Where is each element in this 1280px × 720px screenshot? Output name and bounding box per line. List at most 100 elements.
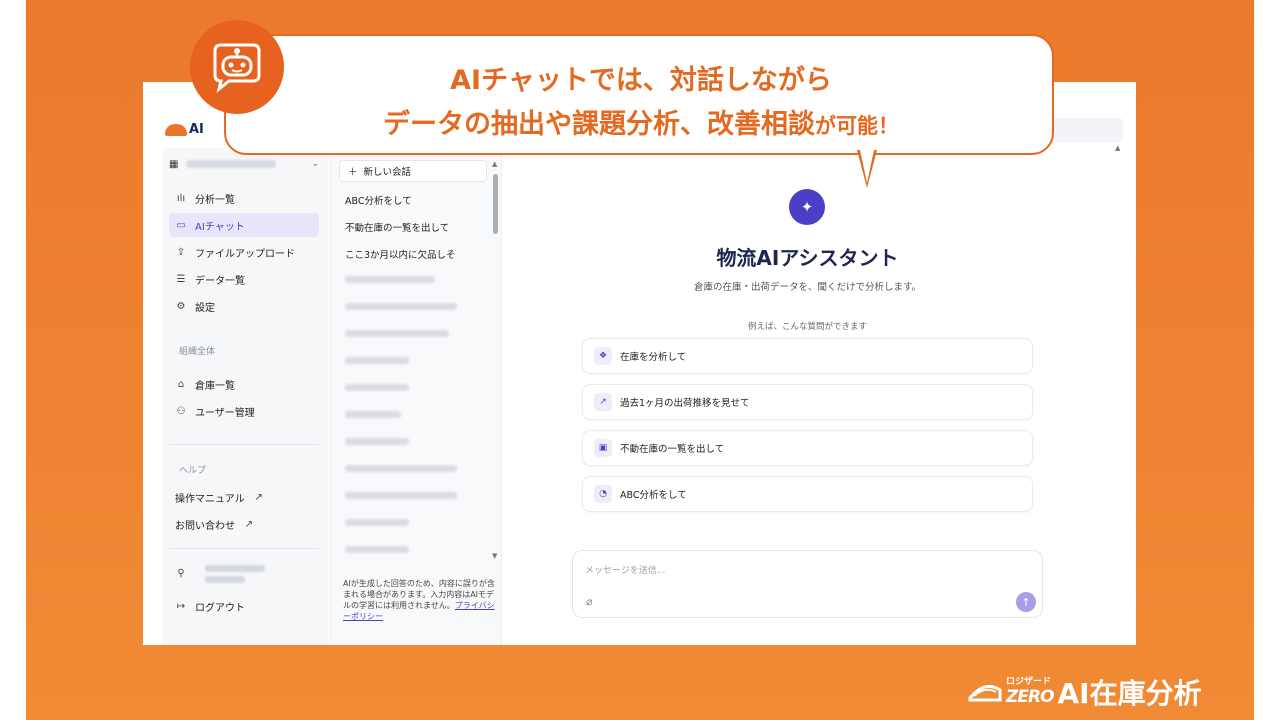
history-item-blurred[interactable] [345,357,409,364]
suggestion-button[interactable]: ◔ ABC分析をして [582,476,1033,512]
suggestion-label: ABC分析をして [620,490,687,501]
brand-text-block: ロジザード ZERO [1006,677,1054,707]
chevron-down-icon: ⌄ [311,159,319,169]
suggestion-button[interactable]: ❖ 在庫を分析して [582,338,1033,374]
message-input[interactable]: メッセージを送信... [585,563,665,576]
database-icon: ☰ [176,273,186,285]
upload-icon: ⇪ [176,246,186,258]
brand-logo: ロジザード ZERO AI在庫分析 [968,672,1202,712]
bar-chart-icon: ılı [176,192,186,204]
message-composer[interactable]: メッセージを送信... ⌀ ↑ [572,550,1043,618]
callout-line-2-main: データの抽出や課題分析、改善相談 [383,109,815,140]
sidebar-divider [169,444,319,445]
user-icon: ⚲ [177,567,185,579]
history-item-blurred[interactable] [345,276,435,283]
history-item-blurred[interactable] [345,411,401,418]
external-link-icon: ↗ [244,518,254,530]
history-item[interactable]: ABC分析をして [345,193,412,207]
sparkle-icon: ✦ [789,189,825,225]
sidebar-item-settings[interactable]: ⚙ 設定 [169,294,319,318]
trend-icon: ↗ [594,393,612,411]
plus-icon: ＋ [348,167,358,178]
callout-bubble: AIチャットでは、対話しながら データの抽出や課題分析、改善相談が可能！ [224,34,1054,155]
app-window: AI ▦ ⌄ ılı 分析一覧 ▭ AIチャット ⇪ ファイルアップロード ☰ … [143,82,1136,645]
right-frame [1254,0,1280,720]
history-scrollbar[interactable] [493,174,498,234]
sidebar-item-user-management[interactable]: ⚇ ユーザー管理 [169,399,319,423]
logo-text: AI [189,122,204,137]
history-item-blurred[interactable] [345,303,457,310]
sidebar-item-label: お問い合わせ [175,520,235,532]
sidebar-item-label: データ一覧 [195,275,245,287]
sidebar-item-ai-chat[interactable]: ▭ AIチャット [169,213,319,237]
scroll-up-arrow-icon[interactable]: ▲ [492,160,497,168]
new-chat-label: 新しい会話 [363,167,412,178]
history-item[interactable]: 不動在庫の一覧を出して [345,220,449,234]
sidebar-item-contact[interactable]: お問い合わせ ↗ [169,512,319,536]
callout-line-2-small: が可能！ [815,114,899,138]
logout-label: ログアウト [195,602,245,614]
history-item[interactable]: ここ3か月以内に欠品しそ [345,247,456,261]
chat-history-panel: ＋ 新しい会話 ABC分析をして 不動在庫の一覧を出して ここ3か月以内に欠品し… [330,152,502,645]
org-section-label: 組織全体 [179,347,216,357]
robot-icon [213,43,261,93]
send-button[interactable]: ↑ [1016,592,1036,612]
scroll-up-arrow-icon[interactable]: ▲ [1115,144,1120,152]
suggestion-label: 過去1ヶ月の出荷推移を見せて [620,398,750,409]
sidebar-item-manual[interactable]: 操作マニュアル ↗ [169,485,319,509]
logo-mark-icon [165,123,187,136]
history-item-blurred[interactable] [345,492,457,499]
suggestion-button[interactable]: ▣ 不動在庫の一覧を出して [582,430,1033,466]
user-role-blurred [205,576,245,583]
suggestion-label: 在庫を分析して [620,352,687,363]
chat-icon: ▭ [176,219,186,231]
sidebar-item-label: ユーザー管理 [195,407,255,419]
callout-line-2: データの抽出や課題分析、改善相談が可能！ [226,102,1056,141]
sidebar-item-label: AIチャット [195,221,245,233]
left-frame [0,0,26,720]
history-item-blurred[interactable] [345,384,409,391]
box-icon: ▣ [594,439,612,457]
external-link-icon: ↗ [254,491,263,503]
sidebar-item-data-list[interactable]: ☰ データ一覧 [169,267,319,291]
ai-disclaimer: AIが生成した回答のため、内容に誤りが含まれる場合があります。入力内容はAIモデ… [343,578,495,622]
history-item-blurred[interactable] [345,465,457,472]
history-item-blurred[interactable] [345,330,449,337]
users-icon: ⚇ [176,405,186,417]
sidebar: ▦ ⌄ ılı 分析一覧 ▭ AIチャット ⇪ ファイルアップロード ☰ データ… [163,148,329,645]
sidebar-item-warehouse-list[interactable]: ⌂ 倉庫一覧 [169,372,319,396]
sidebar-item-label: 倉庫一覧 [195,380,235,392]
sidebar-divider [169,548,319,549]
sidebar-item-label: 設定 [195,302,215,314]
brand-zero-text: ZERO [1006,687,1054,707]
sidebar-item-label: 分析一覧 [195,194,235,206]
help-section-label: ヘルプ [179,466,207,476]
suggestion-button[interactable]: ↗ 過去1ヶ月の出荷推移を見せて [582,384,1033,420]
scroll-down-arrow-icon[interactable]: ▼ [492,552,497,560]
logout-button[interactable]: ↦ ログアウト [169,594,319,618]
organization-name-blurred [186,160,277,168]
gear-icon: ⚙ [176,300,186,312]
history-item-blurred[interactable] [345,438,409,445]
history-item-blurred[interactable] [345,519,409,526]
sidebar-item-file-upload[interactable]: ⇪ ファイルアップロード [169,240,319,264]
app-logo[interactable]: AI [165,122,204,137]
robot-chat-icon [190,20,284,114]
pie-icon: ◔ [594,485,612,503]
new-chat-button[interactable]: ＋ 新しい会話 [339,160,487,182]
paperclip-icon[interactable]: ⌀ [586,595,593,608]
user-name-blurred [205,565,265,572]
examples-label: 例えば、こんな質問ができます [747,322,867,332]
sidebar-item-analysis-list[interactable]: ılı 分析一覧 [169,186,319,210]
history-item-blurred[interactable] [345,546,409,553]
chat-main: ▲ ✦ 物流AIアシスタント 倉庫の在庫・出荷データを、聞くだけで分析します。 … [503,144,1136,645]
top-search-bar[interactable] [1053,118,1123,142]
assistant-title: 物流AIアシスタント [716,246,899,270]
brand-small-text: ロジザード [1006,677,1052,687]
organization-select[interactable]: ▦ ⌄ [169,153,319,175]
warehouse-icon: ⌂ [177,378,185,390]
brand-name-text: AI在庫分析 [1057,677,1202,710]
logout-icon: ↦ [176,600,186,612]
brand-mark-icon [968,684,1002,702]
callout-tail-inner [860,150,874,183]
